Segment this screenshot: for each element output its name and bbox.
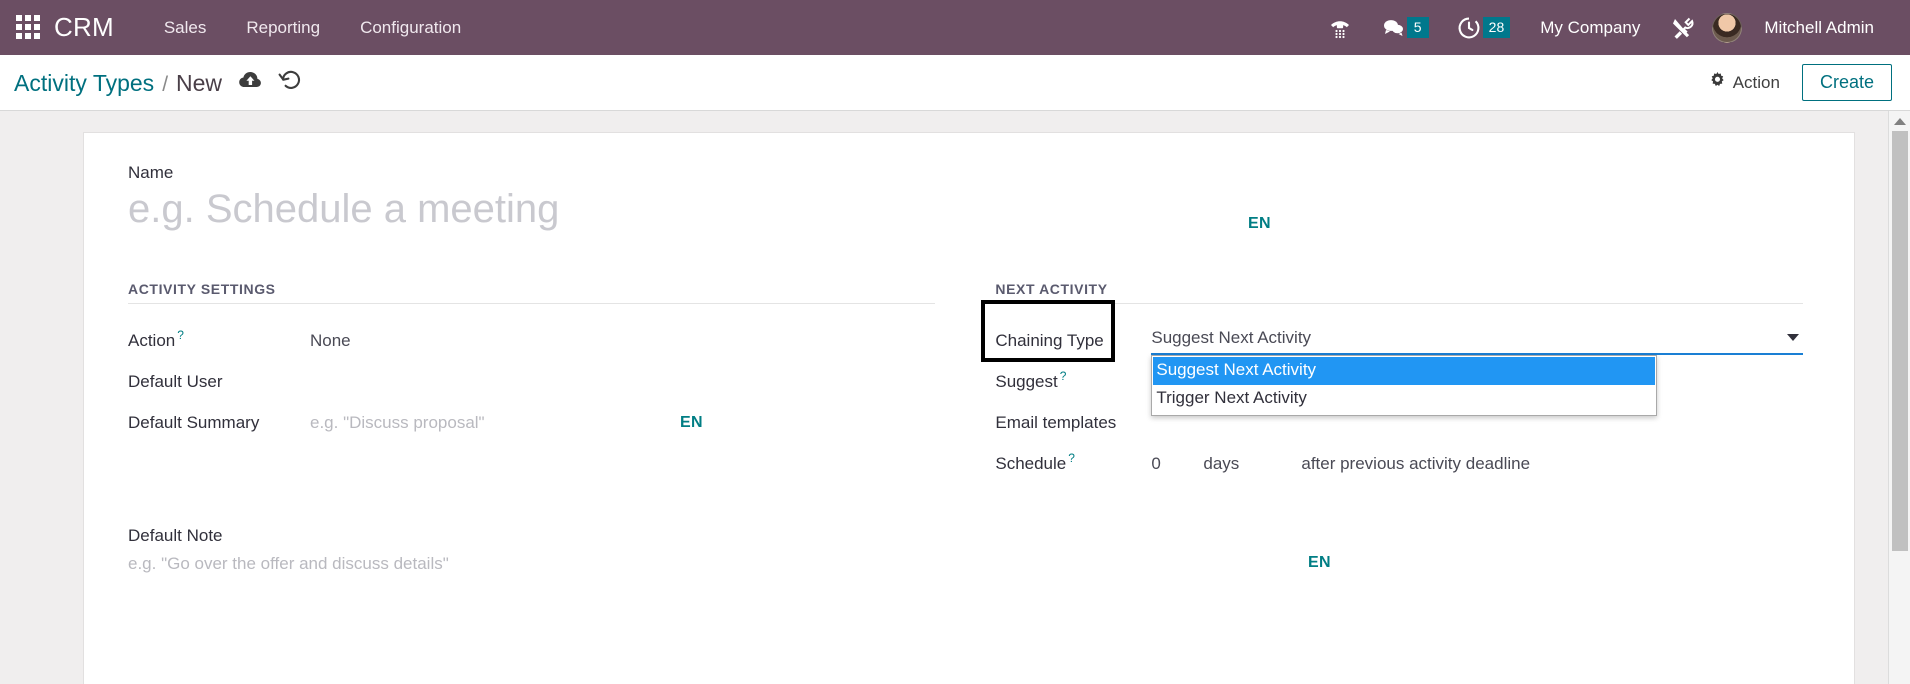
user-name: Mitchell Admin [1764, 17, 1874, 37]
form-sheet: Name EN ACTIVITY SETTINGS Action ? None [83, 132, 1855, 684]
breadcrumb-activity-types[interactable]: Activity Types [14, 70, 154, 97]
default-note-translate-badge[interactable]: EN [1308, 554, 1331, 572]
next-activity-group: NEXT ACTIVITY Chaining Type Suggest Next… [981, 281, 1803, 484]
suggest-help-icon[interactable]: ? [1060, 369, 1067, 383]
phone-dialpad-icon[interactable] [1315, 0, 1365, 55]
schedule-days-input[interactable] [1151, 453, 1204, 474]
nav-menu-reporting[interactable]: Reporting [226, 0, 340, 55]
email-templates-label: Email templates [995, 412, 1117, 432]
triangle-up-icon [1893, 117, 1906, 125]
chaining-type-field-row: Chaining Type Suggest Next Activity Sugg… [981, 300, 1803, 417]
default-note-group: Default Note EN [128, 526, 1810, 580]
default-note-label: Default Note [128, 526, 223, 545]
default-summary-label: Default Summary [128, 412, 260, 432]
default-summary-input[interactable] [310, 412, 680, 433]
form-columns: ACTIVITY SETTINGS Action ? None Default … [128, 281, 1810, 484]
scroll-up-button[interactable] [1889, 111, 1910, 131]
chat-bubble-icon [1381, 16, 1405, 40]
activities-badge: 28 [1482, 17, 1511, 38]
chaining-type-select-wrapper: Suggest Next Activity Suggest Next Activ… [1151, 327, 1803, 417]
apps-grid-icon[interactable] [16, 14, 42, 41]
default-summary-translate-badge[interactable]: EN [680, 414, 703, 432]
content-area: Name EN ACTIVITY SETTINGS Action ? None [0, 111, 1910, 684]
schedule-value-row: days after previous activity deadline [1151, 453, 1531, 474]
chaining-type-option-suggest[interactable]: Suggest Next Activity [1153, 356, 1656, 386]
chaining-type-dropdown: Suggest Next Activity Trigger Next Activ… [1151, 354, 1658, 417]
scrollbar-thumb[interactable] [1892, 131, 1908, 551]
action-field-label-text: Action [128, 330, 176, 350]
activity-settings-group: ACTIVITY SETTINGS Action ? None Default … [128, 281, 936, 484]
control-panel-actions: Action Create [1709, 64, 1892, 101]
chaining-type-select[interactable]: Suggest Next Activity [1151, 327, 1803, 355]
name-label: Name [128, 163, 174, 182]
avatar [1712, 12, 1743, 43]
nav-menu-configuration[interactable]: Configuration [340, 0, 481, 55]
activities-counter[interactable]: 28 [1445, 0, 1523, 55]
nav-menu-sales[interactable]: Sales [144, 0, 227, 55]
create-button[interactable]: Create [1801, 64, 1892, 101]
schedule-help-icon[interactable]: ? [1068, 451, 1075, 465]
vertical-scrollbar[interactable] [1888, 111, 1910, 684]
user-menu[interactable]: Mitchell Admin [1712, 12, 1892, 43]
chevron-down-icon [1786, 334, 1799, 341]
clock-icon [1457, 16, 1481, 40]
activity-settings-title: ACTIVITY SETTINGS [128, 281, 936, 304]
breadcrumb-current: New [176, 69, 223, 96]
suggest-label: Suggest ? [995, 369, 1151, 392]
chaining-type-option-trigger[interactable]: Trigger Next Activity [1153, 385, 1655, 414]
schedule-label-text: Schedule [995, 453, 1067, 473]
schedule-label: Schedule ? [995, 451, 1151, 474]
company-selector[interactable]: My Company [1526, 18, 1654, 38]
suggest-label-text: Suggest [995, 371, 1058, 391]
undo-icon[interactable] [278, 69, 302, 91]
gear-icon [1709, 71, 1726, 94]
control-panel: Activity Types / New Action Create [0, 55, 1910, 111]
app-brand-crm[interactable]: CRM [54, 12, 114, 43]
action-field-row: Action ? None [128, 320, 935, 361]
default-user-label: Default User [128, 371, 223, 391]
navbar-right-tools: 5 28 My Company Mitchell Admin [1315, 0, 1910, 55]
chaining-type-selected-value: Suggest Next Activity [1151, 327, 1312, 347]
default-note-row: EN [128, 554, 1810, 580]
action-button-label: Action [1732, 72, 1780, 92]
name-field-group: Name EN [128, 163, 1810, 233]
schedule-days-unit: days [1203, 453, 1240, 473]
action-help-icon[interactable]: ? [177, 328, 184, 342]
default-summary-field-row: Default Summary EN [128, 402, 935, 443]
top-navbar: CRM Sales Reporting Configuration 5 28 M… [0, 0, 1910, 55]
breadcrumb: Activity Types / New [14, 69, 302, 97]
default-user-field-row: Default User [128, 361, 935, 402]
action-button[interactable]: Action [1709, 71, 1780, 94]
breadcrumb-separator: / [162, 72, 169, 96]
cloud-upload-icon[interactable] [238, 69, 262, 91]
schedule-after-text: after previous activity deadline [1301, 453, 1531, 473]
next-activity-title: NEXT ACTIVITY [995, 281, 1803, 304]
messages-counter[interactable]: 5 [1369, 0, 1441, 55]
schedule-field-row: Schedule ? days after previous activity … [995, 443, 1802, 484]
messages-badge: 5 [1406, 17, 1429, 38]
tools-icon[interactable] [1658, 0, 1708, 55]
name-row: EN [128, 187, 1810, 233]
chaining-type-label: Chaining Type [995, 330, 1104, 350]
name-input[interactable] [128, 187, 728, 232]
action-field-value[interactable]: None [310, 331, 935, 351]
name-translate-badge[interactable]: EN [1248, 215, 1271, 233]
action-field-label: Action ? [128, 328, 310, 351]
default-note-input[interactable] [128, 554, 1308, 580]
